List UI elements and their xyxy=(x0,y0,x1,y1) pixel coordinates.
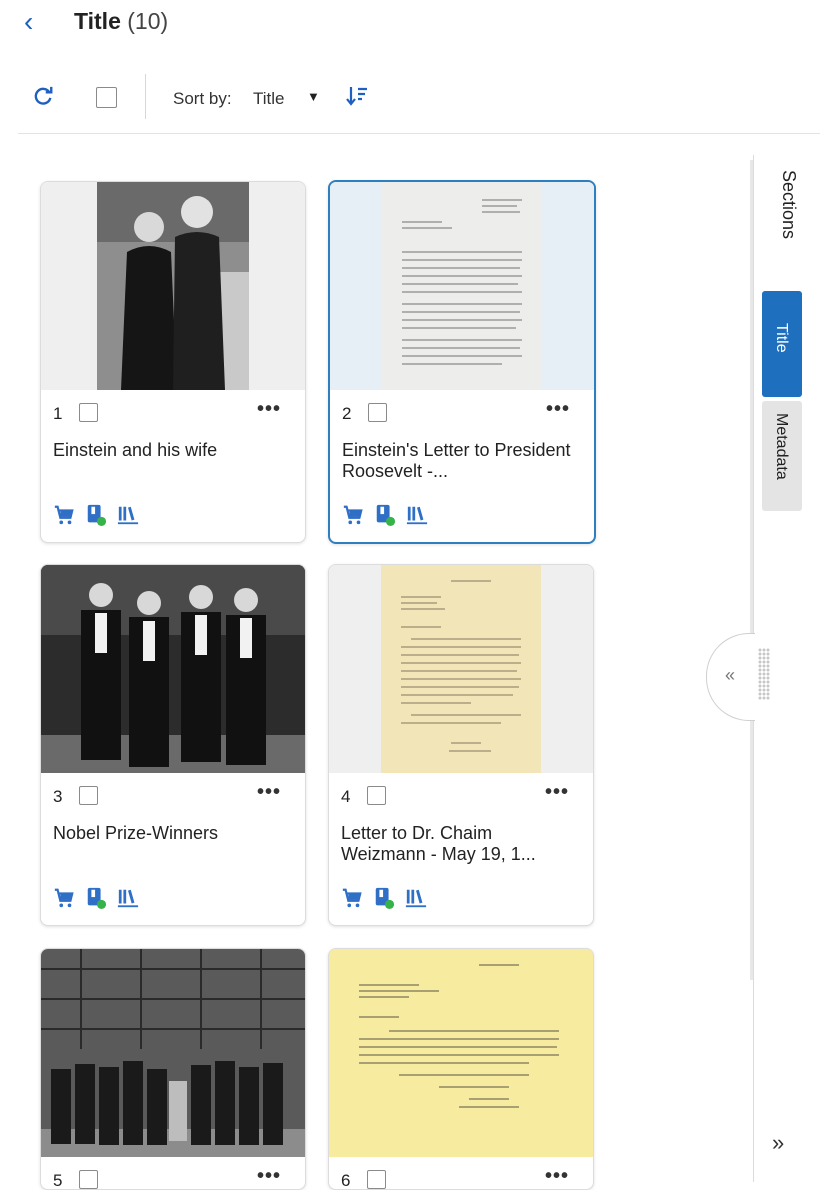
toolbar: Sort by: Title ▼ xyxy=(0,70,820,126)
card-checkbox[interactable] xyxy=(368,403,387,422)
tab-title[interactable]: Title xyxy=(762,291,802,397)
book-available-icon[interactable] xyxy=(374,504,396,526)
toolbar-divider xyxy=(145,74,146,119)
double-chevron-right-icon[interactable]: » xyxy=(772,1130,784,1156)
book-available-icon[interactable] xyxy=(373,887,395,909)
item-card[interactable]: 4 ••• Letter to Dr. Chaim Weizmann - May… xyxy=(328,564,594,926)
card-checkbox[interactable] xyxy=(79,786,98,805)
more-options-icon[interactable]: ••• xyxy=(546,398,570,421)
card-checkbox[interactable] xyxy=(367,786,386,805)
refresh-icon[interactable] xyxy=(32,85,54,107)
card-thumbnail[interactable] xyxy=(329,949,593,1157)
more-options-icon[interactable]: ••• xyxy=(257,1165,281,1188)
card-checkbox[interactable] xyxy=(367,1170,386,1189)
more-options-icon[interactable]: ••• xyxy=(257,398,281,421)
letter-image xyxy=(381,565,541,773)
library-icon[interactable] xyxy=(117,504,139,526)
card-thumbnail[interactable] xyxy=(330,182,594,390)
cart-icon[interactable] xyxy=(53,887,75,909)
sections-heading: Sections xyxy=(760,170,820,280)
item-count: (10) xyxy=(127,8,169,34)
page-title: Title (10) xyxy=(74,8,168,35)
card-number: 1 xyxy=(53,404,63,423)
sort-caret-icon[interactable]: ▼ xyxy=(307,89,320,104)
card-title[interactable]: Nobel Prize-Winners xyxy=(53,823,293,844)
item-card[interactable]: 2 ••• Einstein's Letter to President Roo… xyxy=(328,180,596,544)
photo-image xyxy=(41,565,305,773)
header-divider xyxy=(18,133,820,134)
card-checkbox[interactable] xyxy=(79,1170,98,1189)
card-title[interactable]: Letter to Dr. Chaim Weizmann - May 19, 1… xyxy=(341,823,581,865)
sections-label: Sections xyxy=(779,170,799,240)
tab-title-label: Title xyxy=(773,323,790,353)
card-thumbnail[interactable] xyxy=(41,182,305,390)
sort-label: Sort by: xyxy=(173,89,232,108)
sort-direction-icon[interactable] xyxy=(345,85,369,107)
select-all-checkbox[interactable] xyxy=(96,87,117,108)
card-number: 6 xyxy=(341,1171,351,1190)
library-icon[interactable] xyxy=(405,887,427,909)
double-chevron-left-icon: « xyxy=(725,665,736,685)
photo-image xyxy=(97,182,249,390)
card-thumbnail[interactable] xyxy=(329,565,593,773)
item-card[interactable]: 1 ••• Einstein and his wife xyxy=(40,181,306,543)
library-icon[interactable] xyxy=(406,504,428,526)
letter-image xyxy=(329,949,593,1157)
card-number: 3 xyxy=(53,787,63,806)
card-checkbox[interactable] xyxy=(79,403,98,422)
cart-icon[interactable] xyxy=(53,504,75,526)
cart-icon[interactable] xyxy=(341,887,363,909)
library-icon[interactable] xyxy=(117,887,139,909)
item-card[interactable]: 6 ••• xyxy=(328,948,594,1190)
more-options-icon[interactable]: ••• xyxy=(257,781,281,804)
header: ‹ Title (10) xyxy=(0,0,820,50)
card-title[interactable]: Einstein and his wife xyxy=(53,440,293,461)
tab-metadata[interactable]: Metadata xyxy=(762,401,802,511)
card-number: 5 xyxy=(53,1171,63,1190)
page-title-text: Title xyxy=(74,8,121,34)
book-available-icon[interactable] xyxy=(85,887,107,909)
back-chevron-icon[interactable]: ‹ xyxy=(24,8,33,36)
item-card[interactable]: 3 ••• Nobel Prize-Winners xyxy=(40,564,306,926)
card-thumbnail[interactable] xyxy=(41,949,305,1157)
collapse-panel-button[interactable]: « xyxy=(706,633,755,721)
letter-image xyxy=(382,182,542,390)
card-title[interactable]: Einstein's Letter to President Roosevelt… xyxy=(342,440,582,482)
card-number: 2 xyxy=(342,404,352,423)
more-options-icon[interactable]: ••• xyxy=(545,1165,569,1188)
tab-metadata-label: Metadata xyxy=(773,413,790,480)
book-available-icon[interactable] xyxy=(85,504,107,526)
card-thumbnail[interactable] xyxy=(41,565,305,773)
more-options-icon[interactable]: ••• xyxy=(545,781,569,804)
resize-grip-handle[interactable] xyxy=(758,648,770,700)
card-number: 4 xyxy=(341,787,351,806)
sort-select[interactable]: Title xyxy=(253,89,285,109)
photo-image xyxy=(41,949,305,1157)
cart-icon[interactable] xyxy=(342,504,364,526)
item-card[interactable]: 5 ••• xyxy=(40,948,306,1190)
